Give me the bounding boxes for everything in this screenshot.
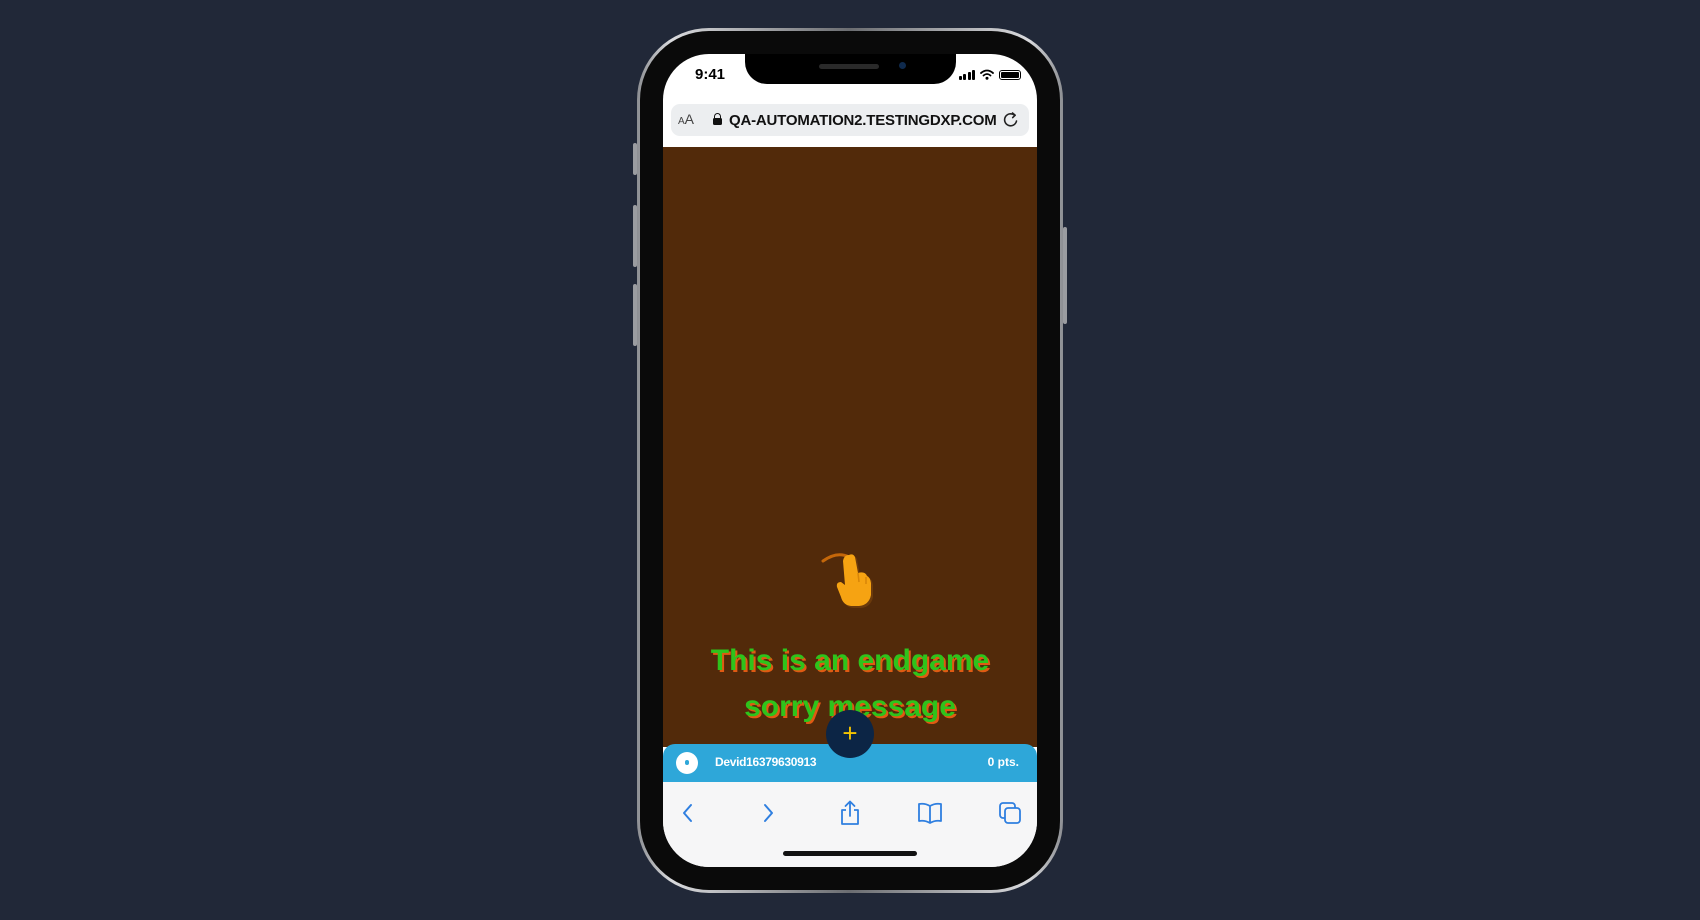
text-size-button[interactable]: AA <box>678 111 694 127</box>
home-indicator[interactable] <box>783 851 917 856</box>
back-icon[interactable] <box>673 798 703 828</box>
tap-hand-icon <box>821 553 873 608</box>
lock-icon <box>713 113 722 125</box>
address-bar[interactable]: AA QA-AUTOMATION2.TESTINGDXP.COM <box>671 104 1029 136</box>
phone-screen: 9:41 AA QA-AUTOMATION2.TESTINGDXP.COM Th… <box>663 54 1037 867</box>
tabs-icon[interactable] <box>995 798 1025 828</box>
wifi-icon <box>980 69 994 80</box>
share-icon[interactable] <box>835 798 865 828</box>
power-button <box>1063 227 1067 324</box>
volume-up-button <box>633 205 637 267</box>
endgame-message-line1: This is an endgame <box>710 644 990 677</box>
status-icons <box>958 69 1021 80</box>
game-canvas[interactable]: This is an endgame sorry message <box>663 147 1037 747</box>
forward-icon[interactable] <box>753 798 783 828</box>
bookmarks-icon[interactable] <box>915 798 945 828</box>
battery-icon <box>999 69 1021 80</box>
volume-down-button <box>633 284 637 346</box>
reload-icon[interactable] <box>1001 110 1021 130</box>
cellular-signal-icon <box>958 69 975 80</box>
url-text[interactable]: QA-AUTOMATION2.TESTINGDXP.COM <box>729 112 997 129</box>
silent-switch <box>633 143 637 175</box>
notch <box>745 54 956 84</box>
points-display: 0 pts. <box>987 755 1019 769</box>
user-avatar-icon[interactable] <box>676 752 698 774</box>
username: Devid16379630913 <box>715 755 817 769</box>
speaker <box>819 64 879 69</box>
front-camera <box>899 62 906 69</box>
plus-button[interactable]: + <box>826 710 874 758</box>
status-time: 9:41 <box>695 66 726 83</box>
